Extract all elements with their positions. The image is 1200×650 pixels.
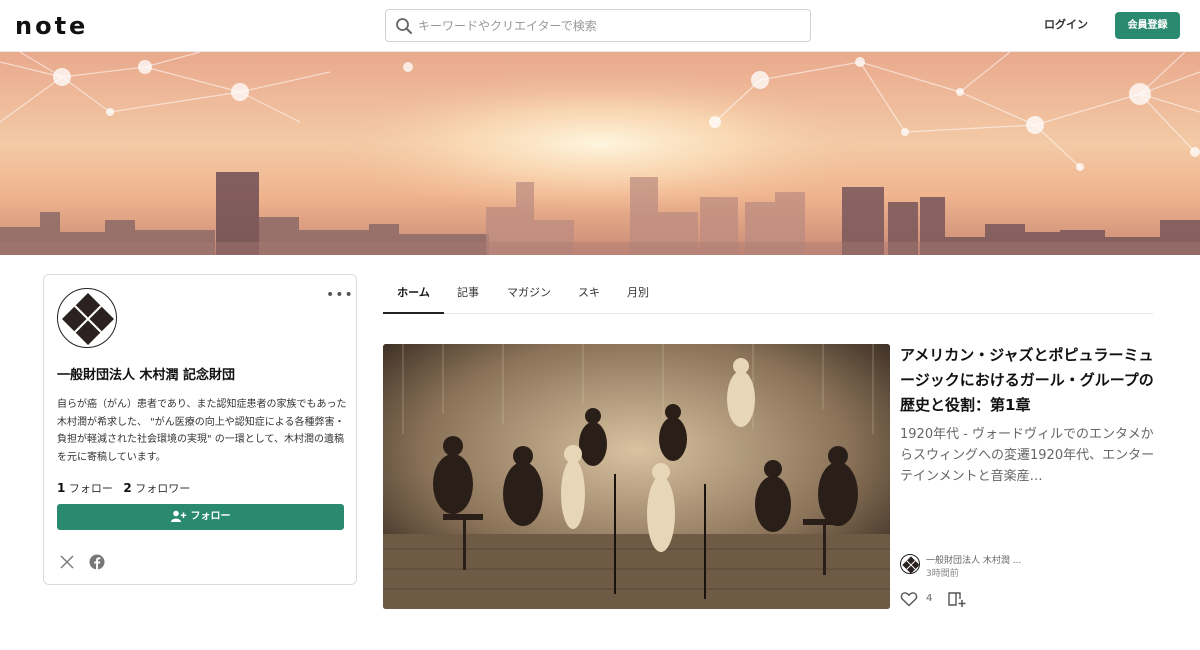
login-link[interactable]: ログイン xyxy=(1044,16,1088,32)
tab-likes[interactable]: スキ xyxy=(571,272,607,314)
article-excerpt: 1920年代 - ヴォードヴィルでのエンタメからスウィングへの変遷1920年代、… xyxy=(900,427,1155,484)
follow-counts: 1 フォロー 2 フォロワー xyxy=(57,480,190,496)
follow-button[interactable]: フォロー xyxy=(57,504,344,530)
profile-tabs: ホーム 記事 マガジン スキ 月別 xyxy=(383,272,1153,314)
following-label[interactable]: フォロー xyxy=(69,482,113,495)
signup-button[interactable]: 会員登録 xyxy=(1115,12,1180,39)
more-options-icon[interactable]: ••• xyxy=(326,287,354,303)
tab-monthly[interactable]: 月別 xyxy=(619,272,657,314)
x-twitter-icon[interactable] xyxy=(59,554,75,570)
heart-icon[interactable] xyxy=(900,590,918,608)
facebook-icon[interactable] xyxy=(89,554,105,570)
following-count[interactable]: 1 xyxy=(57,481,65,495)
followers-label[interactable]: フォロワー xyxy=(135,482,190,495)
tab-home[interactable]: ホーム xyxy=(383,272,444,314)
diamond-crest-icon xyxy=(62,293,114,345)
like-count: 4 xyxy=(926,593,933,604)
tab-articles[interactable]: 記事 xyxy=(449,272,487,314)
search-icon xyxy=(396,18,412,34)
note-logo[interactable]: note xyxy=(15,12,88,40)
followers-count[interactable]: 2 xyxy=(123,481,131,495)
article-thumbnail[interactable] xyxy=(383,344,890,609)
add-to-magazine-icon[interactable] xyxy=(947,590,967,608)
profile-avatar[interactable] xyxy=(57,288,117,348)
profile-name[interactable]: 一般財団法人 木村潤 記念財団 xyxy=(57,364,235,383)
profile-bio: 自らが癌（がん）患者であり、また認知症患者の家族でもあった木村潤が希求した、 "… xyxy=(57,399,347,463)
header: note ログイン 会員登録 xyxy=(0,0,1200,52)
search-box[interactable] xyxy=(385,9,811,42)
add-user-icon xyxy=(170,510,186,522)
tab-magazines[interactable]: マガジン xyxy=(499,272,559,314)
follow-button-label: フォロー xyxy=(190,511,231,522)
article-title[interactable]: アメリカン・ジャズとポピュラーミュージックにおけるガール・グループの歴史と役割：… xyxy=(900,343,1155,418)
diamond-crest-icon xyxy=(902,556,919,573)
profile-card: ••• 一般財団法人 木村潤 記念財団 自らが癌（がん）患者であり、また認知症患… xyxy=(43,274,357,585)
header-banner-image xyxy=(0,52,1200,255)
post-time: 3時間前 xyxy=(926,569,959,579)
search-input[interactable] xyxy=(418,10,798,41)
author-avatar[interactable] xyxy=(900,554,920,574)
author-name[interactable]: 一般財団法人 木村潤 ... xyxy=(926,553,1021,566)
